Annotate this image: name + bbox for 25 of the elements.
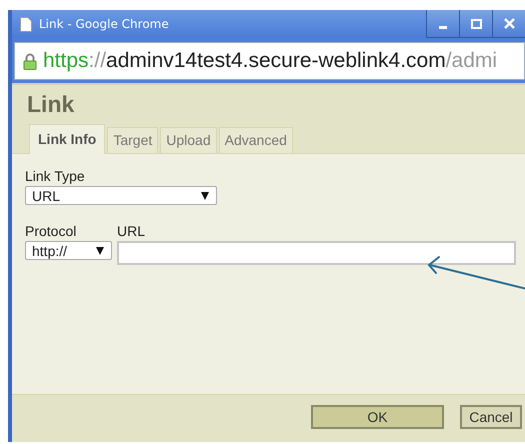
url-input-field[interactable] [117,241,516,265]
minimize-icon [439,26,447,28]
tab[interactable]: Link Info [29,124,106,154]
cancel-button[interactable]: Cancel [460,405,522,429]
field-label: URL [117,223,146,239]
protocol-dropdown[interactable]: http:// [25,241,112,260]
close-icon [504,18,514,29]
dialog-title: Link [26,90,76,119]
field-label: Link Type [25,168,86,184]
minimize-button[interactable] [426,10,459,38]
close-button[interactable] [492,10,525,38]
window-title: Link - Google Chrome [39,17,169,31]
document-icon [20,16,32,32]
field-label: Protocol [25,223,78,239]
dropdown-arrow-icon [96,246,104,254]
tab[interactable]: Target [107,127,158,153]
maximize-button[interactable] [459,10,492,38]
maximize-icon [470,18,482,28]
link-type-dropdown[interactable]: URL [25,186,217,205]
address-bar[interactable]: https://adminv14test4.secure-weblink4.com/admi [14,42,525,80]
tab[interactable]: Advanced [218,127,293,153]
dropdown-arrow-icon [201,192,209,200]
ok-button[interactable]: OK [311,405,444,429]
tab[interactable]: Upload [160,127,217,153]
address-text: https://adminv14test4.secure-weblink4.com/admi [43,49,498,73]
